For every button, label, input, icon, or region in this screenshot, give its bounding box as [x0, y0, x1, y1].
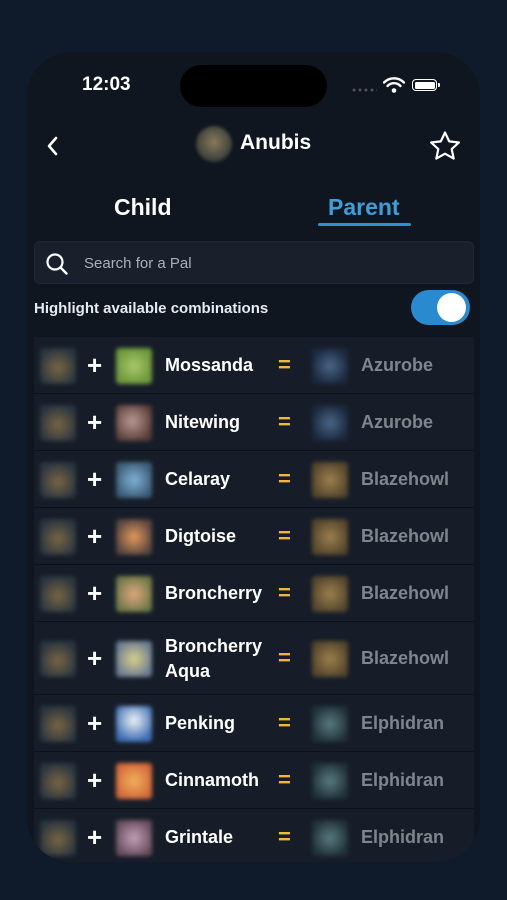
combination-row[interactable]: + Nitewing = Azurobe: [34, 394, 474, 451]
combination-row[interactable]: + Cinnamoth = Elphidran: [34, 752, 474, 809]
plus-symbol: +: [87, 577, 103, 608]
equals-symbol: =: [278, 408, 291, 434]
favorite-star-icon[interactable]: [428, 130, 462, 162]
parent-pal-image: [40, 640, 76, 677]
result-pal-image: [312, 347, 348, 384]
result-name: Elphidran: [361, 770, 445, 790]
chevron-left-icon: [47, 136, 58, 156]
result-name: Blazehowl: [361, 648, 450, 668]
dynamic-island: [180, 65, 327, 107]
plus-symbol: +: [87, 707, 103, 738]
partner-pal-image: [116, 819, 152, 856]
signal-icon: [351, 88, 377, 92]
status-time: 12:03: [82, 74, 131, 95]
toggle-knob: [437, 293, 466, 322]
result-pal-image: [312, 640, 348, 677]
combination-row[interactable]: + Celaray = Blazehowl: [34, 451, 474, 508]
search-icon: [46, 253, 68, 275]
result-name: Blazehowl: [361, 469, 450, 489]
plus-symbol: +: [87, 821, 103, 852]
parent-pal-image: [40, 819, 76, 856]
nav-header: Anubis: [27, 122, 480, 170]
plus-symbol: +: [87, 642, 103, 673]
parent-pal-image: [40, 705, 76, 742]
wifi-icon: [383, 77, 405, 93]
result-pal-image: [312, 819, 348, 856]
result-name: Azurobe: [361, 355, 433, 375]
app-screen: 12:03 Anubis Child Parent Search for a P…: [27, 52, 480, 862]
combination-row[interactable]: + Broncherry = Blazehowl: [34, 565, 474, 622]
equals-symbol: =: [278, 351, 291, 377]
page-title: Anubis: [240, 131, 312, 154]
result-name: Elphidran: [361, 713, 445, 733]
equals-symbol: =: [278, 465, 291, 491]
highlight-toggle[interactable]: [411, 290, 470, 325]
partner-pal-image: [116, 762, 152, 799]
result-pal-image: [312, 404, 348, 441]
plus-symbol: +: [87, 406, 103, 437]
active-tab-indicator: [318, 223, 411, 226]
partner-pal-image: [116, 461, 152, 498]
equals-symbol: =: [278, 823, 291, 849]
result-pal-image: [312, 705, 348, 742]
result-name: Blazehowl: [361, 583, 450, 603]
partner-name: Broncherry Aqua: [165, 635, 263, 681]
search-input[interactable]: Search for a Pal: [84, 255, 192, 272]
combination-row[interactable]: + Mossanda = Azurobe: [34, 337, 474, 394]
parent-pal-image: [40, 518, 76, 555]
partner-pal-image: [116, 404, 152, 441]
equals-symbol: =: [278, 644, 291, 670]
partner-pal-image: [116, 575, 152, 612]
partner-pal-image: [116, 518, 152, 555]
status-bar: 12:03: [27, 52, 480, 122]
battery-icon: [412, 79, 440, 91]
parent-pal-image: [40, 347, 76, 384]
plus-symbol: +: [87, 349, 103, 380]
back-button[interactable]: [41, 132, 63, 160]
partner-pal-image: [116, 705, 152, 742]
result-pal-image: [312, 762, 348, 799]
parent-pal-image: [40, 404, 76, 441]
parent-pal-image: [40, 461, 76, 498]
search-field[interactable]: Search for a Pal: [34, 241, 474, 284]
toggle-label: Highlight available combinations: [34, 300, 269, 317]
parent-pal-image: [40, 762, 76, 799]
result-name: Elphidran: [361, 827, 445, 847]
equals-symbol: =: [278, 709, 291, 735]
result-name: Blazehowl: [361, 526, 450, 546]
highlight-toggle-row: Highlight available combinations: [27, 290, 480, 330]
parent-pal-image: [40, 575, 76, 612]
equals-symbol: =: [278, 579, 291, 605]
plus-symbol: +: [87, 463, 103, 494]
equals-symbol: =: [278, 522, 291, 548]
result-pal-image: [312, 518, 348, 555]
result-pal-image: [312, 461, 348, 498]
result-name: Azurobe: [361, 412, 433, 432]
combination-list: + Mossanda = Azurobe + Nitewing = Azurobe + Celar…: [34, 337, 474, 862]
partner-pal-image: [116, 640, 152, 677]
partner-pal-image: [116, 347, 152, 384]
combination-row[interactable]: + Penking = Elphidran: [34, 695, 474, 752]
plus-symbol: +: [87, 520, 103, 551]
equals-symbol: =: [278, 766, 291, 792]
combination-row[interactable]: + Digtoise = Blazehowl: [34, 508, 474, 565]
combination-row[interactable]: + Broncherry Aqua = Blazehowl: [34, 622, 474, 695]
combination-row[interactable]: + Grintale = Elphidran: [34, 809, 474, 862]
tab-parent[interactable]: Parent: [328, 194, 400, 221]
result-pal-image: [312, 575, 348, 612]
plus-symbol: +: [87, 764, 103, 795]
tab-child[interactable]: Child: [114, 194, 172, 221]
tab-bar: Child Parent: [27, 192, 480, 232]
pal-avatar: [196, 126, 232, 162]
